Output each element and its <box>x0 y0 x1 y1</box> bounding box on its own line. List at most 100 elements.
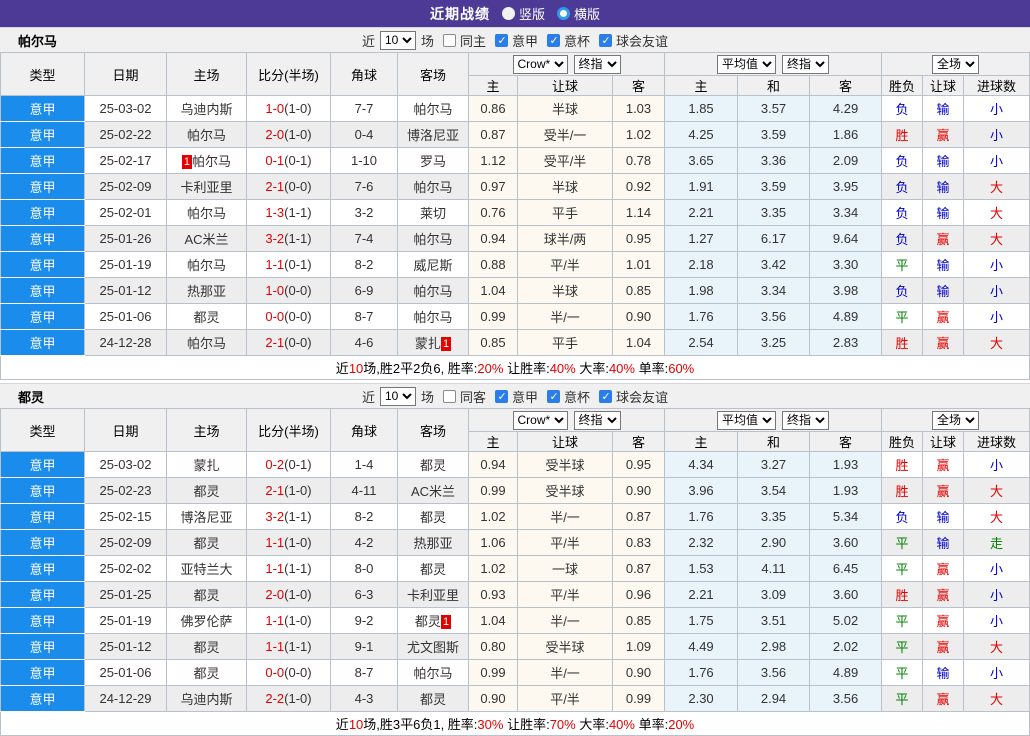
score-link[interactable]: 1-1(1-1) <box>265 561 311 576</box>
league-link[interactable]: 意甲 <box>29 484 55 499</box>
bookmaker-select[interactable]: Crow* <box>513 55 568 74</box>
same-venue-checkbox[interactable] <box>443 34 456 47</box>
team-link[interactable]: 佛罗伦萨 <box>180 614 232 629</box>
league-link[interactable]: 意甲 <box>29 640 55 655</box>
league-link[interactable]: 意甲 <box>29 232 55 247</box>
score-link[interactable]: 2-1(0-0) <box>265 179 311 194</box>
score-link[interactable]: 0-1(0-1) <box>265 153 311 168</box>
score-link[interactable]: 1-3(1-1) <box>265 205 311 220</box>
radio-icon-horizontal[interactable] <box>557 7 570 20</box>
league-link[interactable]: 意甲 <box>29 510 55 525</box>
score-link[interactable]: 0-2(0-1) <box>265 457 311 472</box>
team-link[interactable]: 博洛尼亚 <box>407 128 459 143</box>
league-link[interactable]: 意甲 <box>29 310 55 325</box>
team-link[interactable]: 蒙扎1 <box>415 336 451 351</box>
final-index-select[interactable]: 终指 <box>574 55 621 74</box>
same-venue-checkbox[interactable] <box>443 390 456 403</box>
team-link[interactable]: 蒙扎 <box>193 458 219 473</box>
score-link[interactable]: 1-1(1-0) <box>265 613 311 628</box>
team-link[interactable]: 博洛尼亚 <box>180 510 232 525</box>
team-link[interactable]: 1帕尔马 <box>182 154 231 169</box>
bookmaker-select[interactable]: Crow* <box>513 411 568 430</box>
team-link[interactable]: 帕尔马 <box>187 206 226 221</box>
team-link[interactable]: 卡利亚里 <box>180 180 232 195</box>
team-link[interactable]: 都灵 <box>193 588 219 603</box>
scope-select[interactable]: 全场 <box>932 55 979 74</box>
score-link[interactable]: 2-1(1-0) <box>265 483 311 498</box>
score-link[interactable]: 1-0(0-0) <box>265 283 311 298</box>
league-checkbox[interactable] <box>547 390 560 403</box>
final-index-select[interactable]: 终指 <box>574 411 621 430</box>
league-link[interactable]: 意甲 <box>29 284 55 299</box>
league-link[interactable]: 意甲 <box>29 536 55 551</box>
average-select[interactable]: 平均值 <box>717 411 776 430</box>
team-link[interactable]: 亚特兰大 <box>180 562 232 577</box>
league-checkbox[interactable] <box>495 390 508 403</box>
league-link[interactable]: 意甲 <box>29 128 55 143</box>
average-select[interactable]: 平均值 <box>717 55 776 74</box>
score-link[interactable]: 1-1(1-0) <box>265 535 311 550</box>
team-link[interactable]: 卡利亚里 <box>407 588 459 603</box>
team-link[interactable]: 帕尔马 <box>187 258 226 273</box>
score-link[interactable]: 0-0(0-0) <box>265 309 311 324</box>
team-link[interactable]: 都灵 <box>193 310 219 325</box>
team-link[interactable]: 帕尔马 <box>413 310 452 325</box>
team-link[interactable]: 尤文图斯 <box>407 640 459 655</box>
team-link[interactable]: 都灵 <box>420 458 446 473</box>
score-link[interactable]: 1-1(1-1) <box>265 639 311 654</box>
league-link[interactable]: 意甲 <box>29 102 55 117</box>
team-link[interactable]: 帕尔马 <box>413 666 452 681</box>
layout-option-horizontal[interactable]: 横版 <box>557 4 600 23</box>
league-checkbox[interactable] <box>495 34 508 47</box>
league-link[interactable]: 意甲 <box>29 458 55 473</box>
team-link[interactable]: 都灵 <box>193 536 219 551</box>
team-link[interactable]: 帕尔马 <box>413 180 452 195</box>
team-link[interactable]: 帕尔马 <box>187 336 226 351</box>
team-link[interactable]: 莱切 <box>420 206 446 221</box>
score-link[interactable]: 2-2(1-0) <box>265 691 311 706</box>
match-count-select[interactable]: 10 <box>380 387 416 406</box>
team-link[interactable]: 乌迪内斯 <box>180 692 232 707</box>
league-link[interactable]: 意甲 <box>29 336 55 351</box>
league-link[interactable]: 意甲 <box>29 692 55 707</box>
league-link[interactable]: 意甲 <box>29 666 55 681</box>
match-count-select[interactable]: 10 <box>380 31 416 50</box>
score-link[interactable]: 3-2(1-1) <box>265 231 311 246</box>
team-link[interactable]: AC米兰 <box>184 232 228 247</box>
team-link[interactable]: 热那亚 <box>413 536 452 551</box>
team-link[interactable]: 都灵 <box>420 692 446 707</box>
league-link[interactable]: 意甲 <box>29 562 55 577</box>
league-checkbox[interactable] <box>599 34 612 47</box>
team-link[interactable]: AC米兰 <box>411 484 455 499</box>
league-link[interactable]: 意甲 <box>29 614 55 629</box>
team-link[interactable]: 都灵 <box>193 666 219 681</box>
score-link[interactable]: 2-0(1-0) <box>265 587 311 602</box>
team-link[interactable]: 都灵 <box>420 562 446 577</box>
league-checkbox[interactable] <box>547 34 560 47</box>
league-link[interactable]: 意甲 <box>29 154 55 169</box>
score-link[interactable]: 3-2(1-1) <box>265 509 311 524</box>
team-link[interactable]: 都灵 <box>193 484 219 499</box>
team-link[interactable]: 威尼斯 <box>413 258 452 273</box>
team-link[interactable]: 都灵 <box>193 640 219 655</box>
final-index-select[interactable]: 终指 <box>782 55 829 74</box>
team-link[interactable]: 罗马 <box>420 154 446 169</box>
team-link[interactable]: 帕尔马 <box>413 102 452 117</box>
team-link[interactable]: 帕尔马 <box>413 284 452 299</box>
league-checkbox[interactable] <box>599 390 612 403</box>
league-link[interactable]: 意甲 <box>29 588 55 603</box>
league-link[interactable]: 意甲 <box>29 180 55 195</box>
score-link[interactable]: 0-0(0-0) <box>265 665 311 680</box>
league-link[interactable]: 意甲 <box>29 258 55 273</box>
league-link[interactable]: 意甲 <box>29 206 55 221</box>
score-link[interactable]: 2-1(0-0) <box>265 335 311 350</box>
team-link[interactable]: 帕尔马 <box>413 232 452 247</box>
final-index-select[interactable]: 终指 <box>782 411 829 430</box>
radio-icon-vertical[interactable] <box>502 7 515 20</box>
score-link[interactable]: 2-0(1-0) <box>265 127 311 142</box>
score-link[interactable]: 1-0(1-0) <box>265 101 311 116</box>
team-link[interactable]: 都灵 <box>420 510 446 525</box>
score-link[interactable]: 1-1(0-1) <box>265 257 311 272</box>
team-link[interactable]: 乌迪内斯 <box>180 102 232 117</box>
team-link[interactable]: 都灵1 <box>415 614 451 629</box>
